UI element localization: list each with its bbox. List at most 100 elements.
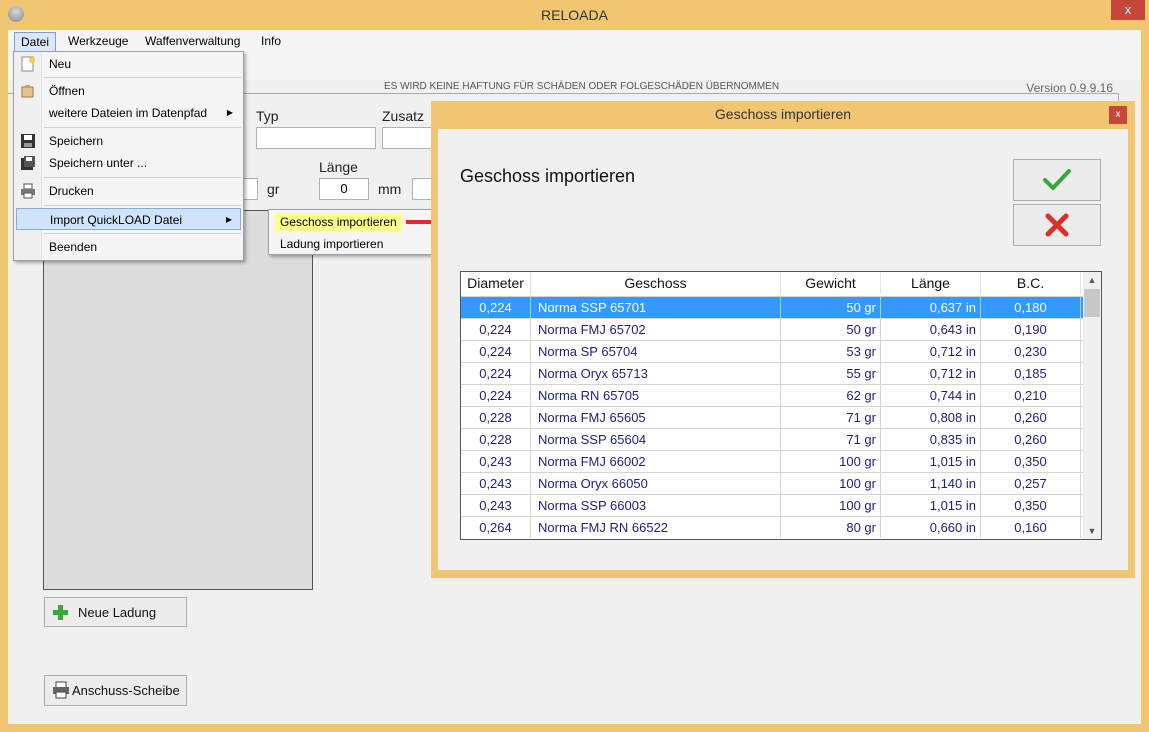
cell-geschoss: Norma FMJ 65702 bbox=[531, 319, 781, 340]
cell-bc: 0,260 bbox=[981, 407, 1081, 428]
vertical-scrollbar[interactable]: ▲ ▼ bbox=[1083, 272, 1101, 539]
submenu-item-ladung-importieren[interactable]: Ladung importieren bbox=[275, 235, 388, 253]
menu-item-beenden[interactable]: Beenden bbox=[16, 236, 241, 258]
table-row[interactable]: 0,224 Norma FMJ 65702 50 gr 0,643 in 0,190 bbox=[461, 318, 1083, 340]
cell-laenge: 0,808 in bbox=[881, 407, 981, 428]
menu-item-label: Speichern unter ... bbox=[49, 156, 148, 170]
menu-item-label: weitere Dateien im Datenpfad bbox=[49, 106, 208, 120]
menu-separator bbox=[44, 177, 241, 178]
column-header-laenge[interactable]: Länge bbox=[881, 272, 981, 294]
menu-item-oeffnen[interactable]: Öffnen bbox=[16, 80, 241, 102]
laenge-label: Länge bbox=[319, 159, 358, 175]
cell-gewicht: 62 gr bbox=[781, 385, 881, 406]
column-header-geschoss[interactable]: Geschoss bbox=[531, 272, 781, 294]
column-header-gewicht[interactable]: Gewicht bbox=[781, 272, 881, 294]
cell-diameter: 0,228 bbox=[461, 407, 531, 428]
cell-diameter: 0,264 bbox=[461, 517, 531, 538]
menu-info[interactable]: Info bbox=[255, 32, 287, 52]
table-row[interactable]: 0,228 Norma FMJ 65605 71 gr 0,808 in 0,260 bbox=[461, 406, 1083, 428]
cell-laenge: 0,712 in bbox=[881, 363, 981, 384]
cancel-button[interactable] bbox=[1013, 204, 1101, 246]
neue-ladung-button[interactable]: Neue Ladung bbox=[44, 597, 187, 627]
cell-laenge: 0,712 in bbox=[881, 341, 981, 362]
dialog-close-button[interactable]: x bbox=[1109, 106, 1127, 124]
title-bar: RELOADA x bbox=[0, 0, 1149, 30]
cell-geschoss: Norma SSP 66003 bbox=[531, 495, 781, 516]
cell-diameter: 0,224 bbox=[461, 363, 531, 384]
table-row[interactable]: 0,224 Norma SP 65704 53 gr 0,712 in 0,230 bbox=[461, 340, 1083, 362]
menu-item-label: Import QuickLOAD Datei bbox=[50, 213, 183, 227]
cell-gewicht: 71 gr bbox=[781, 407, 881, 428]
cell-diameter: 0,243 bbox=[461, 473, 531, 494]
column-header-diameter[interactable]: Diameter bbox=[461, 272, 531, 294]
table-row[interactable]: 0,224 Norma RN 65705 62 gr 0,744 in 0,210 bbox=[461, 384, 1083, 406]
cell-laenge: 0,660 in bbox=[881, 517, 981, 538]
cell-geschoss: Norma FMJ RN 66522 bbox=[531, 517, 781, 538]
cell-bc: 0,350 bbox=[981, 495, 1081, 516]
cell-laenge: 0,637 in bbox=[881, 297, 981, 318]
menu-item-neu[interactable]: Neu bbox=[16, 53, 241, 75]
cell-geschoss: Norma SSP 65604 bbox=[531, 429, 781, 450]
cell-diameter: 0,243 bbox=[461, 495, 531, 516]
cell-diameter: 0,224 bbox=[461, 385, 531, 406]
plus-icon bbox=[53, 605, 68, 620]
menu-item-label: Drucken bbox=[49, 184, 94, 198]
table-row[interactable]: 0,228 Norma SSP 65604 71 gr 0,835 in 0,260 bbox=[461, 428, 1083, 450]
scroll-up-icon[interactable]: ▲ bbox=[1083, 272, 1101, 288]
geschoss-table[interactable]: Diameter Geschoss Gewicht Länge B.C. 0,2… bbox=[460, 271, 1102, 540]
cell-geschoss: Norma RN 65705 bbox=[531, 385, 781, 406]
menu-item-speichern[interactable]: Speichern bbox=[16, 130, 241, 152]
cell-bc: 0,185 bbox=[981, 363, 1081, 384]
table-row[interactable]: 0,243 Norma Oryx 66050 100 gr 1,140 in 0,257 bbox=[461, 472, 1083, 494]
menu-item-weitere-dateien[interactable]: weitere Dateien im Datenpfad ▶ bbox=[16, 102, 241, 124]
zusatz-input[interactable] bbox=[382, 127, 432, 149]
submenu-item-geschoss-importieren[interactable]: Geschoss importieren bbox=[275, 213, 402, 231]
menu-waffenverwaltung[interactable]: Waffenverwaltung bbox=[139, 32, 246, 52]
cell-laenge: 1,140 in bbox=[881, 473, 981, 494]
laenge-input[interactable]: 0 bbox=[319, 178, 369, 200]
menu-separator bbox=[44, 127, 241, 128]
typ-input[interactable] bbox=[256, 127, 376, 149]
window-close-button[interactable]: x bbox=[1111, 0, 1145, 20]
dialog-heading: Geschoss importieren bbox=[460, 166, 636, 186]
cell-gewicht: 50 gr bbox=[781, 319, 881, 340]
menu-item-label: Beenden bbox=[49, 240, 98, 254]
cell-bc: 0,230 bbox=[981, 341, 1081, 362]
menu-item-drucken[interactable]: Drucken bbox=[16, 180, 241, 202]
typ-label: Typ bbox=[256, 108, 279, 124]
cell-laenge: 0,744 in bbox=[881, 385, 981, 406]
window-title: RELOADA bbox=[541, 7, 608, 23]
scrollbar-thumb[interactable] bbox=[1084, 289, 1100, 317]
cell-laenge: 0,835 in bbox=[881, 429, 981, 450]
table-row[interactable]: 0,243 Norma FMJ 66002 100 gr 1,015 in 0,350 bbox=[461, 450, 1083, 472]
table-row[interactable]: 0,264 Norma FMJ RN 66522 80 gr 0,660 in 0,16… bbox=[461, 516, 1083, 538]
cell-bc: 0,190 bbox=[981, 319, 1081, 340]
scroll-down-icon[interactable]: ▼ bbox=[1083, 523, 1101, 539]
ladungen-list-panel[interactable] bbox=[43, 210, 313, 590]
anschuss-scheibe-label: Anschuss-Scheibe bbox=[72, 683, 180, 698]
table-row[interactable]: 0,224 Norma Oryx 65713 55 gr 0,712 in 0,185 bbox=[461, 362, 1083, 384]
new-file-icon bbox=[21, 56, 35, 72]
cell-geschoss: Norma Oryx 66050 bbox=[531, 473, 781, 494]
anschuss-scheibe-button[interactable]: Anschuss-Scheibe bbox=[44, 675, 187, 706]
column-header-bc[interactable]: B.C. bbox=[981, 272, 1081, 294]
submenu-arrow-icon: ▶ bbox=[226, 108, 233, 117]
table-row[interactable]: 0,224 Norma SSP 65701 50 gr 0,637 in 0,180 bbox=[461, 296, 1083, 318]
cell-gewicht: 55 gr bbox=[781, 363, 881, 384]
cell-gewicht: 53 gr bbox=[781, 341, 881, 362]
menu-item-speichern-unter[interactable]: Speichern unter ... bbox=[16, 152, 241, 174]
mm-unit-label: mm bbox=[378, 181, 402, 197]
menu-datei[interactable]: Datei bbox=[14, 32, 57, 52]
neue-ladung-label: Neue Ladung bbox=[78, 604, 157, 620]
table-row[interactable]: 0,243 Norma SSP 66003 100 gr 1,015 in 0,350 bbox=[461, 494, 1083, 516]
menu-separator bbox=[44, 233, 241, 234]
cell-bc: 0,210 bbox=[981, 385, 1081, 406]
menu-separator bbox=[44, 205, 241, 206]
zusatz-label: Zusatz bbox=[382, 108, 425, 124]
menu-bar: Datei Werkzeuge Waffenverwaltung Info bbox=[8, 30, 1141, 52]
menu-werkzeuge[interactable]: Werkzeuge bbox=[62, 32, 134, 52]
cell-laenge: 0,643 in bbox=[881, 319, 981, 340]
ok-button[interactable] bbox=[1013, 159, 1101, 201]
cell-geschoss: Norma FMJ 66002 bbox=[531, 451, 781, 472]
menu-item-import-quickload[interactable]: Import QuickLOAD Datei ▶ bbox=[16, 208, 241, 230]
